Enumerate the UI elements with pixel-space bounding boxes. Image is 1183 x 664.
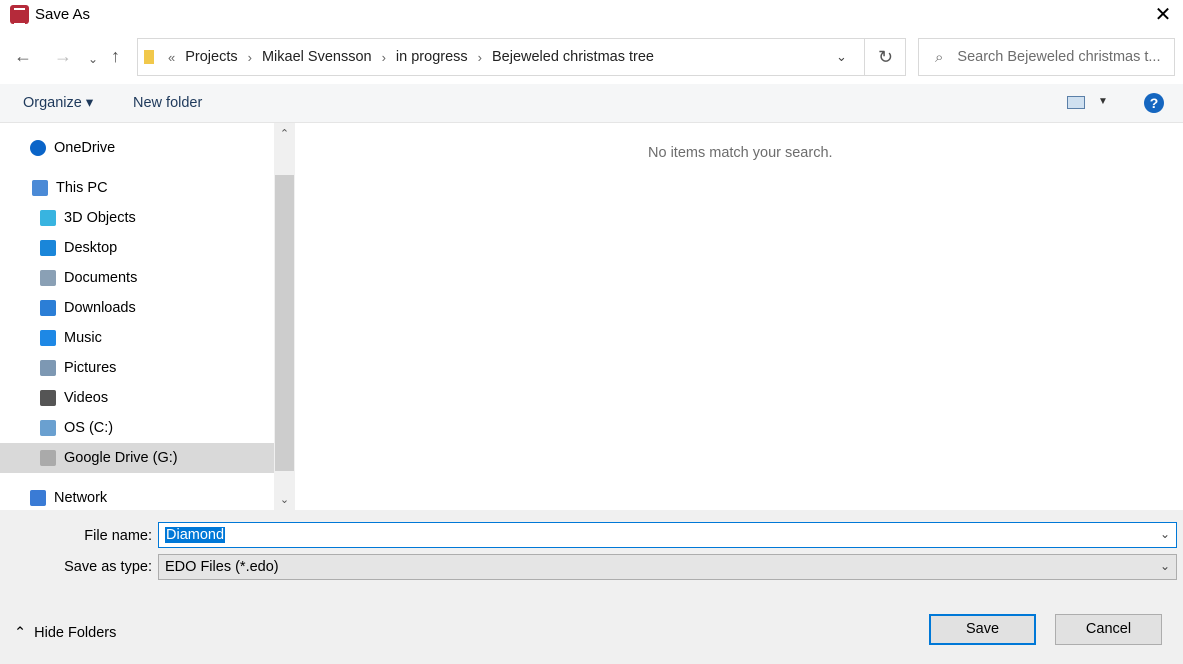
music-icon	[40, 330, 56, 346]
cancel-button[interactable]: Cancel	[1055, 614, 1162, 645]
nav-item-label: Desktop	[64, 240, 118, 256]
nav-item-documents[interactable]: Documents	[0, 263, 274, 293]
search-placeholder: Search Bejeweled christmas t...	[957, 49, 1161, 65]
breadcrumb-current[interactable]: Bejeweled christmas tree	[492, 49, 654, 65]
file-name-label: File name:	[84, 528, 152, 544]
chevron-down-icon[interactable]: ⌄	[1160, 527, 1170, 541]
chevron-right-icon[interactable]: ›	[248, 50, 252, 65]
nav-item-videos[interactable]: Videos	[0, 383, 274, 413]
address-dropdown-icon[interactable]: ⌄	[836, 49, 847, 65]
close-icon[interactable]: ✕	[1150, 2, 1176, 28]
computer-icon	[32, 180, 48, 196]
chevron-down-icon[interactable]: ⌄	[1160, 559, 1170, 573]
network-icon	[30, 490, 46, 506]
navigation-pane: OneDrive This PC 3D Objects Desktop Document…	[0, 123, 274, 510]
nav-item-label: Network	[54, 490, 108, 506]
nav-item-os-c[interactable]: OS (C:)	[0, 413, 274, 443]
new-folder-button[interactable]: New folder	[133, 95, 202, 111]
view-options-icon[interactable]	[1067, 96, 1085, 109]
nav-item-label: Google Drive (G:)	[64, 450, 178, 466]
folder-icon	[144, 50, 154, 64]
refresh-icon[interactable]: ↻	[864, 38, 906, 76]
nav-item-3d-objects[interactable]: 3D Objects	[0, 203, 274, 233]
search-icon: ⌕	[935, 48, 944, 66]
title-bar: Save As ✕	[0, 0, 1183, 30]
breadcrumb-overflow[interactable]: «	[168, 50, 175, 65]
file-name-value: Diamond	[165, 527, 226, 543]
document-icon	[40, 270, 56, 286]
nav-item-onedrive[interactable]: OneDrive	[0, 133, 274, 163]
nav-item-label: Videos	[64, 390, 109, 406]
save-type-value: EDO Files (*.edo)	[165, 559, 279, 575]
help-icon[interactable]: ?	[1144, 93, 1164, 113]
empty-message: No items match your search.	[648, 145, 833, 161]
scrollbar-thumb[interactable]	[275, 175, 294, 471]
desktop-icon	[40, 240, 56, 256]
cube-icon	[40, 210, 56, 226]
hide-folders-label: Hide Folders	[34, 625, 117, 641]
breadcrumb-projects[interactable]: Projects	[185, 49, 237, 65]
nav-item-label: OneDrive	[54, 140, 116, 156]
save-type-label: Save as type:	[64, 559, 152, 575]
scroll-up-icon[interactable]: ⌃	[274, 127, 295, 140]
search-input[interactable]: ⌕ Search Bejeweled christmas t...	[918, 38, 1175, 76]
nav-item-label: OS (C:)	[64, 420, 114, 436]
hide-folders-button[interactable]: ⌃ Hide Folders	[14, 625, 116, 641]
drive-icon	[40, 450, 56, 466]
organize-button[interactable]: Organize ▾	[23, 95, 93, 111]
chevron-right-icon[interactable]: ›	[382, 50, 386, 65]
save-button[interactable]: Save	[929, 614, 1036, 645]
save-type-select[interactable]: EDO Files (*.edo) ⌄	[158, 554, 1177, 580]
nav-item-label: Documents	[64, 270, 138, 286]
forward-icon[interactable]: →	[54, 46, 72, 67]
nav-item-downloads[interactable]: Downloads	[0, 293, 274, 323]
nav-item-this-pc[interactable]: This PC	[0, 173, 274, 203]
breadcrumb-in-progress[interactable]: in progress	[396, 49, 468, 65]
address-bar[interactable]: « Projects › Mikael Svensson › in progress…	[137, 38, 906, 76]
breadcrumb-mikael[interactable]: Mikael Svensson	[262, 49, 372, 65]
back-icon[interactable]: ←	[14, 46, 32, 67]
download-icon	[40, 300, 56, 316]
chevron-up-icon: ⌃	[14, 625, 27, 641]
drive-icon	[40, 420, 56, 436]
nav-item-label: This PC	[56, 180, 108, 196]
window-title: Save As	[35, 6, 91, 23]
nav-item-label: Pictures	[64, 360, 117, 376]
nav-item-pictures[interactable]: Pictures	[0, 353, 274, 383]
scroll-down-icon[interactable]: ⌄	[274, 493, 295, 506]
nav-item-label: 3D Objects	[64, 210, 136, 226]
chevron-right-icon[interactable]: ›	[478, 50, 482, 65]
nav-item-label: Downloads	[64, 300, 136, 316]
nav-item-google-drive-g[interactable]: Google Drive (G:)	[0, 443, 274, 473]
nav-item-label: Music	[64, 330, 102, 346]
recent-dropdown-icon[interactable]: ⌄	[88, 52, 98, 66]
pictures-icon	[40, 360, 56, 376]
nav-item-network[interactable]: Network	[0, 483, 274, 513]
up-icon[interactable]: ↑	[111, 46, 120, 67]
nav-item-desktop[interactable]: Desktop	[0, 233, 274, 263]
nav-item-music[interactable]: Music	[0, 323, 274, 353]
file-name-input[interactable]: Diamond ⌄	[158, 522, 1177, 548]
file-list[interactable]	[296, 123, 1183, 510]
app-icon	[10, 5, 29, 25]
view-dropdown-icon[interactable]: ▼	[1098, 96, 1108, 107]
cloud-icon	[30, 140, 46, 156]
film-icon	[40, 390, 56, 406]
